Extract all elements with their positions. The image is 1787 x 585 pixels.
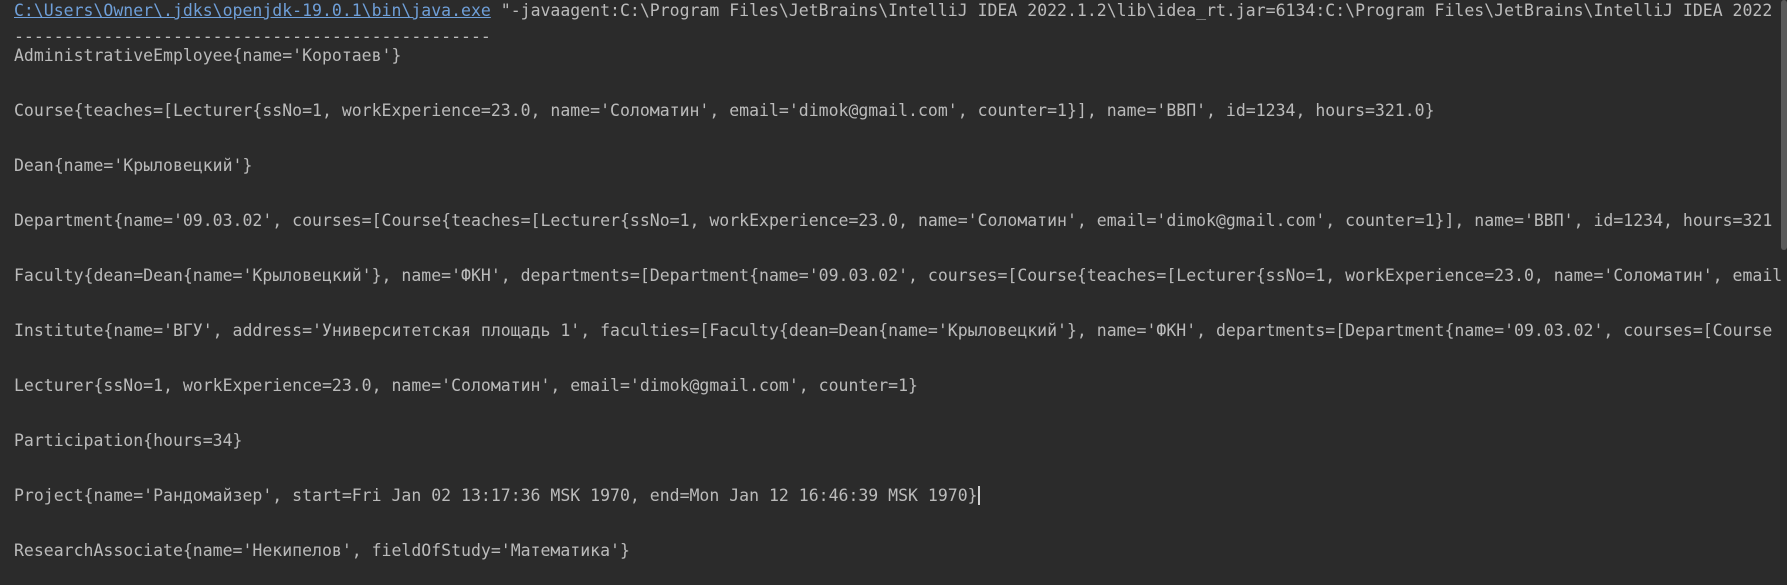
run-console[interactable]: C:\Users\Owner\.jdks\openjdk-19.0.1\bin\… xyxy=(0,0,1787,585)
project-text: Project{name='Рандомайзер', start=Fri Ja… xyxy=(14,486,978,505)
output-line-participation: Participation{hours=34} xyxy=(14,431,243,450)
output-line-faculty: Faculty{dean=Dean{name='Крыловецкий'}, n… xyxy=(14,266,1781,285)
command-line: C:\Users\Owner\.jdks\openjdk-19.0.1\bin\… xyxy=(14,0,1781,20)
output-line-department: Department{name='09.03.02', courses=[Cou… xyxy=(14,211,1773,230)
java-exe-link[interactable]: C:\Users\Owner\.jdks\openjdk-19.0.1\bin\… xyxy=(14,1,491,20)
output-line-administrative-employee: AdministrativeEmployee{name='Коротаев'} xyxy=(14,46,402,65)
output-line-lecturer: Lecturer{ssNo=1, workExperience=23.0, na… xyxy=(14,376,918,395)
console-output[interactable]: C:\Users\Owner\.jdks\openjdk-19.0.1\bin\… xyxy=(14,0,1781,568)
output-line-course: Course{teaches=[Lecturer{ssNo=1, workExp… xyxy=(14,101,1435,120)
vertical-scrollbar[interactable] xyxy=(1781,0,1787,250)
output-line-research-associate: ResearchAssociate{name='Некипелов', fiel… xyxy=(14,541,630,560)
command-args: "-javaagent:C:\Program Files\JetBrains\I… xyxy=(490,1,1773,20)
output-line-project: Project{name='Рандомайзер', start=Fri Ja… xyxy=(14,485,1781,513)
text-caret xyxy=(977,486,980,505)
output-line-institute: Institute{name='ВГУ', address='Университ… xyxy=(14,321,1773,340)
separator-line: ----------------------------------------… xyxy=(14,27,491,45)
output-line-dean: Dean{name='Крыловецкий'} xyxy=(14,156,253,175)
